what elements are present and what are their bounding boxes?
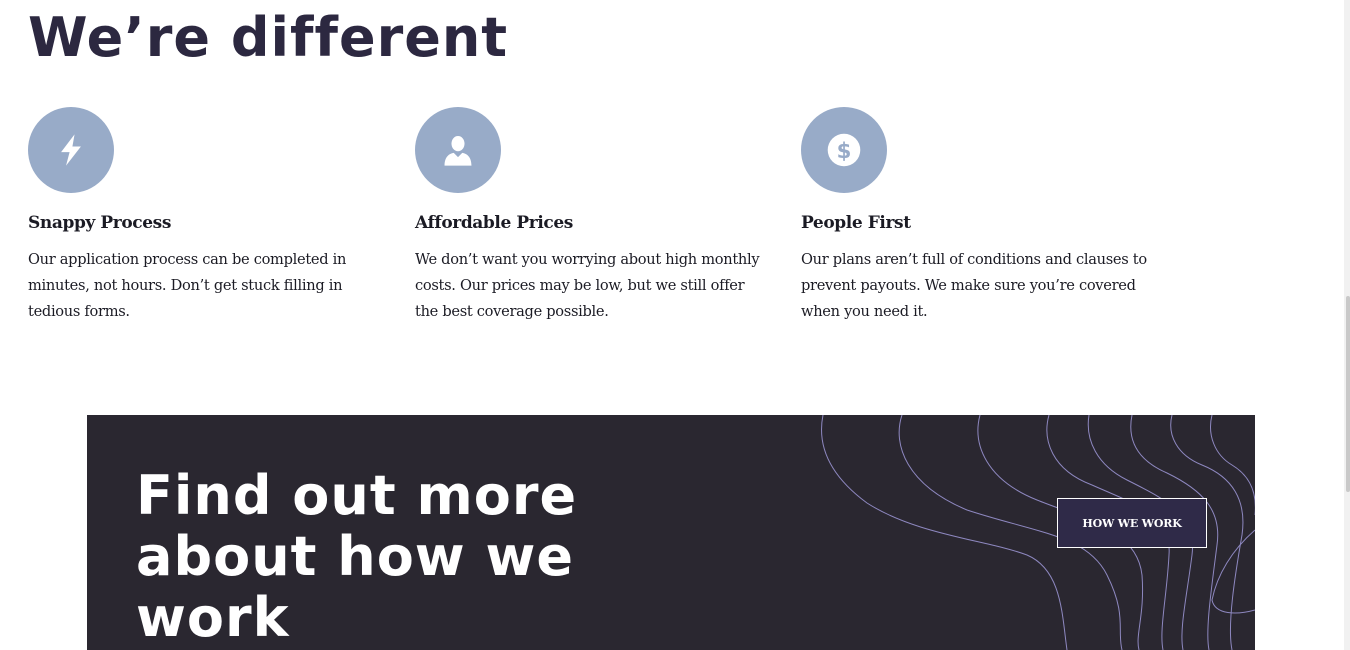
feature-title: Affordable Prices <box>415 213 573 233</box>
cta-banner: Find out more about how we work How we w… <box>87 415 1255 650</box>
feature-people-first: $ People First Our plans aren’t full of … <box>801 107 1151 325</box>
user-icon <box>415 107 501 193</box>
feature-description: We don’t want you worrying about high mo… <box>415 251 760 320</box>
feature-snappy-process: Snappy Process Our application process c… <box>28 107 378 325</box>
feature-title: People First <box>801 213 911 233</box>
feature-description: Our application process can be completed… <box>28 251 347 320</box>
feature-title: Snappy Process <box>28 213 172 233</box>
scrollbar-thumb[interactable] <box>1346 296 1350 492</box>
lightning-icon <box>28 107 114 193</box>
feature-affordable-prices: Affordable Prices We don’t want you worr… <box>415 107 765 325</box>
page-scrollbar[interactable] <box>1344 0 1350 650</box>
svg-text:$: $ <box>837 139 852 164</box>
cta-heading: Find out more about how we work <box>136 464 578 649</box>
how-we-work-button[interactable]: How we work <box>1057 498 1207 548</box>
section-title: We’re different <box>28 6 509 69</box>
dollar-icon: $ <box>801 107 887 193</box>
feature-description: Our plans aren’t full of conditions and … <box>801 251 1147 320</box>
